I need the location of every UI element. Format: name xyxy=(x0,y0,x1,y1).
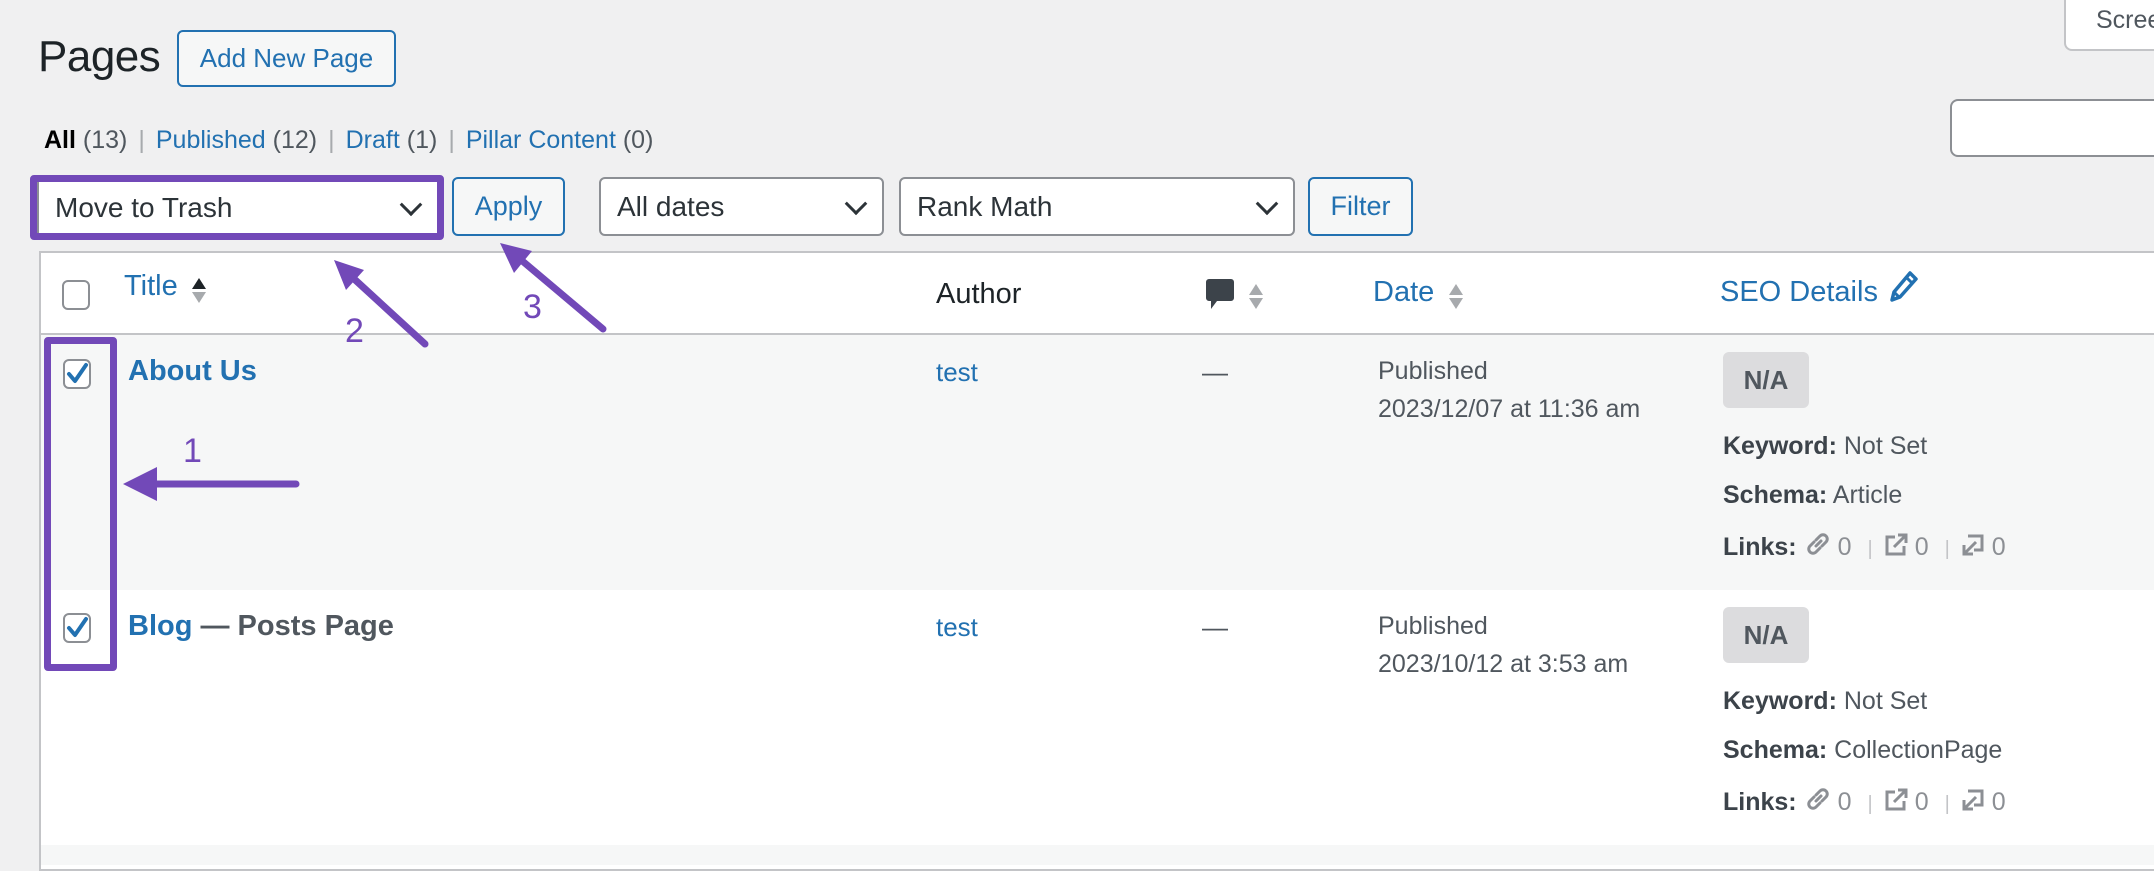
annotation-arrow-1 xyxy=(123,467,300,501)
annotation-arrows xyxy=(123,243,607,501)
annotation-label-3: 3 xyxy=(523,288,542,326)
annotation-label-2: 2 xyxy=(345,312,364,350)
annotation-label-1: 1 xyxy=(183,432,202,470)
annotation-arrow-3 xyxy=(500,243,607,333)
